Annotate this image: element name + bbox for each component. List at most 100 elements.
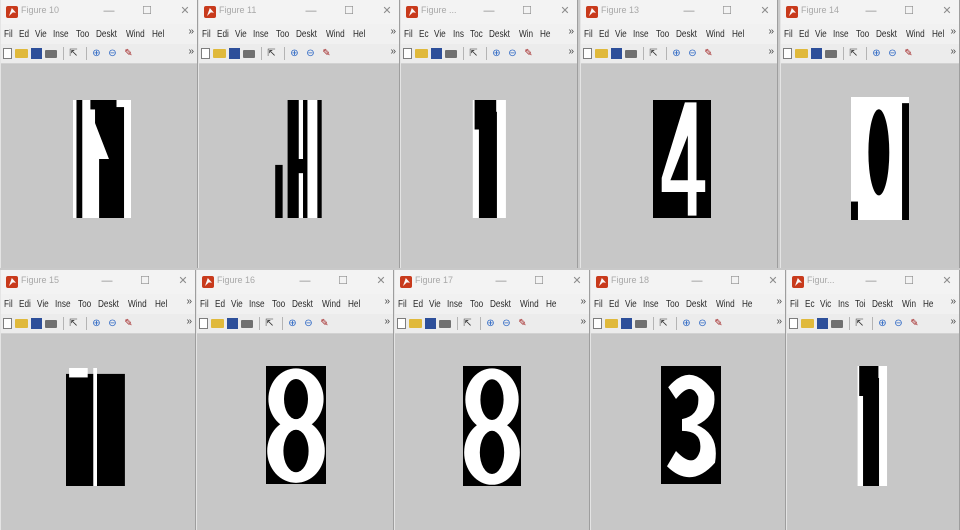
title-bar[interactable]: Figure ... — ☐ ✕ — [401, 0, 577, 25]
menu-item[interactable]: Fil — [4, 29, 18, 40]
minimize-button[interactable]: — — [689, 273, 705, 289]
menu-item[interactable]: Vie — [35, 29, 52, 40]
menu-item[interactable]: Hel — [348, 299, 365, 310]
new-figure-icon[interactable] — [201, 48, 210, 59]
zoom-in-icon[interactable]: ⊕ — [288, 47, 301, 60]
menu-item[interactable]: Hel — [353, 29, 370, 40]
menu-item[interactable]: Hel — [732, 29, 749, 40]
pointer-icon[interactable]: ⇱ — [263, 317, 276, 330]
menu-item[interactable]: Deskt — [490, 299, 516, 310]
data-brush-icon[interactable]: ✎ — [516, 317, 529, 330]
toolbar-overflow-icon[interactable]: » — [384, 316, 390, 327]
close-button[interactable]: ✕ — [939, 3, 955, 19]
zoom-in-icon[interactable]: ⊕ — [870, 47, 883, 60]
maximize-button[interactable]: ☐ — [341, 3, 357, 19]
new-figure-icon[interactable] — [583, 48, 592, 59]
new-figure-icon[interactable] — [3, 48, 12, 59]
open-file-icon[interactable] — [15, 49, 28, 58]
menu-item[interactable]: Wind — [706, 29, 730, 40]
minimize-button[interactable]: — — [863, 3, 879, 19]
new-figure-icon[interactable] — [403, 48, 412, 59]
menu-item[interactable]: Ed — [799, 29, 814, 40]
zoom-in-icon[interactable]: ⊕ — [90, 47, 103, 60]
menu-item[interactable]: Fil — [202, 29, 216, 40]
menu-item[interactable]: Deskt — [676, 29, 702, 40]
zoom-in-icon[interactable]: ⊕ — [876, 317, 889, 330]
close-button[interactable]: ✕ — [939, 273, 955, 289]
new-figure-icon[interactable] — [397, 318, 406, 329]
save-icon[interactable] — [31, 48, 42, 59]
title-bar[interactable]: Figure 13 — ☐ ✕ — [581, 0, 777, 25]
menu-item[interactable]: Deskt — [686, 299, 712, 310]
maximize-button[interactable]: ☐ — [139, 3, 155, 19]
menu-overflow-icon[interactable]: » — [950, 26, 956, 37]
pointer-icon[interactable]: ⇱ — [461, 317, 474, 330]
menu-item[interactable]: Inse — [833, 29, 853, 40]
save-icon[interactable] — [227, 318, 238, 329]
print-icon[interactable] — [243, 49, 255, 58]
open-file-icon[interactable] — [595, 49, 608, 58]
menu-item[interactable]: Win — [519, 29, 538, 40]
maximize-button[interactable]: ☐ — [335, 273, 351, 289]
menu-item[interactable]: Vie — [625, 299, 642, 310]
menu-item[interactable]: He — [540, 29, 555, 40]
menu-overflow-icon[interactable]: » — [950, 296, 956, 307]
pointer-icon[interactable]: ⇱ — [853, 317, 866, 330]
menu-item[interactable]: Fil — [594, 299, 608, 310]
zoom-out-icon[interactable]: ⊖ — [892, 317, 905, 330]
menu-item[interactable]: Vie — [615, 29, 632, 40]
toolbar-overflow-icon[interactable]: » — [768, 46, 774, 57]
menu-item[interactable]: Ec — [805, 299, 819, 310]
save-icon[interactable] — [229, 48, 240, 59]
save-icon[interactable] — [431, 48, 442, 59]
menu-item[interactable]: Wind — [326, 29, 350, 40]
menu-item[interactable]: Wind — [716, 299, 740, 310]
menu-item[interactable]: Ins — [453, 29, 469, 40]
menu-item[interactable]: Inse — [633, 29, 653, 40]
new-figure-icon[interactable] — [199, 318, 208, 329]
pointer-icon[interactable]: ⇱ — [265, 47, 278, 60]
zoom-out-icon[interactable]: ⊖ — [304, 47, 317, 60]
menu-item[interactable]: Win — [902, 299, 921, 310]
menu-item[interactable]: Toi — [855, 299, 870, 310]
data-brush-icon[interactable]: ✎ — [902, 47, 915, 60]
menu-item[interactable]: Fil — [790, 299, 804, 310]
pointer-icon[interactable]: ⇱ — [67, 47, 80, 60]
print-icon[interactable] — [445, 49, 457, 58]
menu-item[interactable]: Edi — [19, 299, 36, 310]
new-figure-icon[interactable] — [783, 48, 792, 59]
save-icon[interactable] — [817, 318, 828, 329]
menu-item[interactable]: Ed — [19, 29, 34, 40]
menu-item[interactable]: Edi — [217, 29, 234, 40]
zoom-out-icon[interactable]: ⊖ — [106, 317, 119, 330]
close-button[interactable]: ✕ — [557, 3, 573, 19]
menu-item[interactable]: Wind — [906, 29, 930, 40]
menu-item[interactable]: Ins — [838, 299, 854, 310]
maximize-button[interactable]: ☐ — [531, 273, 547, 289]
menu-item[interactable]: Too — [276, 29, 294, 40]
open-file-icon[interactable] — [801, 319, 814, 328]
title-bar[interactable]: Figure 15 — ☐ ✕ — [1, 270, 195, 295]
menu-item[interactable]: Fil — [398, 299, 412, 310]
data-brush-icon[interactable]: ✎ — [318, 317, 331, 330]
save-icon[interactable] — [611, 48, 622, 59]
menu-item[interactable]: Fil — [4, 299, 18, 310]
open-file-icon[interactable] — [605, 319, 618, 328]
menu-item[interactable]: Fil — [200, 299, 214, 310]
data-brush-icon[interactable]: ✎ — [122, 317, 135, 330]
print-icon[interactable] — [825, 49, 837, 58]
menu-item[interactable]: Wind — [128, 299, 152, 310]
zoom-in-icon[interactable]: ⊕ — [490, 47, 503, 60]
open-file-icon[interactable] — [15, 319, 28, 328]
close-button[interactable]: ✕ — [765, 273, 781, 289]
new-figure-icon[interactable] — [593, 318, 602, 329]
print-icon[interactable] — [241, 319, 253, 328]
open-file-icon[interactable] — [795, 49, 808, 58]
menu-item[interactable]: Fil — [584, 29, 598, 40]
toolbar-overflow-icon[interactable]: » — [580, 316, 586, 327]
menu-item[interactable]: Inse — [249, 299, 269, 310]
menu-item[interactable]: Too — [856, 29, 874, 40]
menu-item[interactable]: Ed — [599, 29, 614, 40]
print-icon[interactable] — [45, 49, 57, 58]
zoom-out-icon[interactable]: ⊖ — [696, 317, 709, 330]
